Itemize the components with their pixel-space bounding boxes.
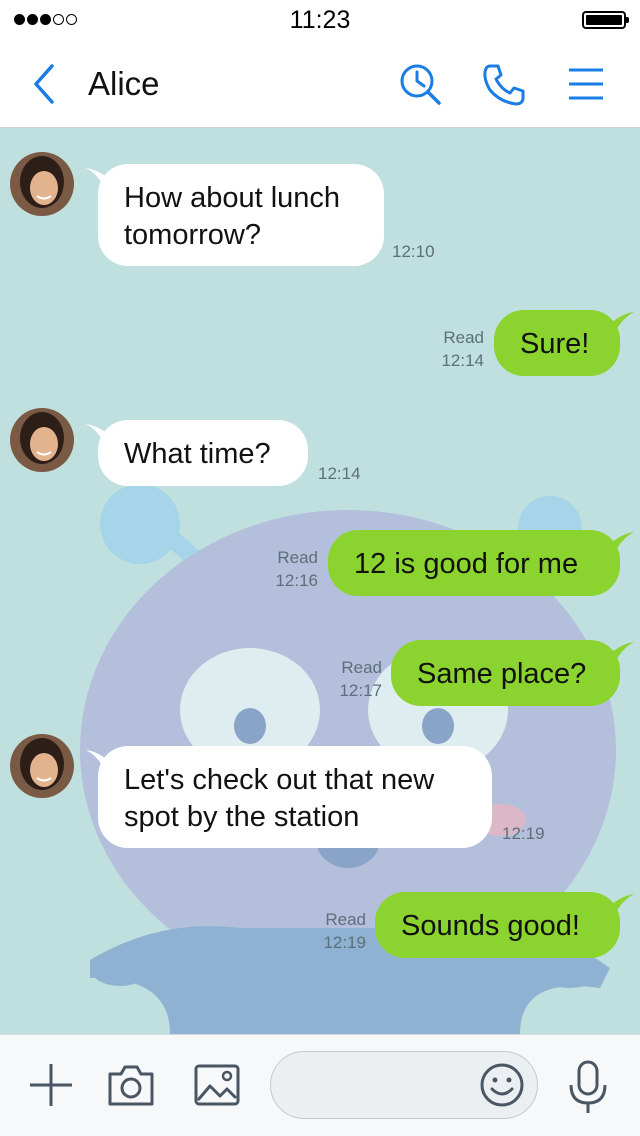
plus-icon[interactable] (26, 1060, 76, 1110)
image-icon[interactable] (192, 1060, 242, 1110)
camera-icon[interactable] (106, 1060, 156, 1110)
bubble-tail (608, 312, 634, 334)
message-time: 12:17 (339, 681, 382, 700)
contact-photo-icon (10, 734, 74, 798)
chat-header: Alice (0, 40, 640, 128)
message-time: 12:19 (323, 933, 366, 952)
avatar[interactable] (10, 734, 74, 798)
status-bar: 11:23 (0, 0, 640, 40)
menu-icon[interactable] (562, 60, 610, 108)
message-text-line: Let's check out that new (124, 764, 435, 796)
message-read-status: Read 12:16 (254, 546, 318, 592)
read-label: Read (341, 658, 382, 677)
avatar[interactable] (10, 152, 74, 216)
read-label: Read (325, 910, 366, 929)
message-input-bar (0, 1034, 640, 1136)
search-icon[interactable] (396, 60, 444, 108)
message-text-line: How about lunch (124, 182, 341, 214)
message-time: 12:19 (502, 824, 545, 843)
message-read-status: Read 12:19 (302, 908, 366, 954)
message-read-status: Read 12:17 (318, 656, 382, 702)
message-time: 12:16 (275, 571, 318, 590)
message-read-status: Read 12:14 (420, 326, 484, 372)
status-time: 11:23 (289, 6, 351, 34)
message-text-line: tomorrow? (124, 219, 261, 251)
bubble-tail (608, 894, 634, 916)
chat-title: Alice (88, 65, 160, 102)
message-bubble-outgoing[interactable]: 12 is good for me (328, 530, 620, 596)
contact-photo-icon (10, 152, 74, 216)
message-bubble-outgoing[interactable]: Sure! (494, 310, 620, 376)
microphone-icon[interactable] (566, 1059, 610, 1115)
message-bubble-outgoing[interactable]: Same place? (391, 640, 620, 706)
back-chevron-icon[interactable] (26, 60, 66, 108)
bubble-tail (608, 532, 634, 554)
battery-icon (582, 11, 629, 29)
chat-area[interactable]: How about lunch tomorrow? 12:10 Read 12:… (0, 128, 640, 1034)
message-time: 12:14 (441, 351, 484, 370)
bubble-tail (608, 642, 634, 664)
message-bubble-incoming[interactable]: Let's check out that new spot by the sta… (98, 746, 492, 848)
message-text-line: spot by the station (124, 801, 360, 833)
message-bubble-incoming[interactable]: How about lunch tomorrow? (98, 164, 384, 266)
emoji-icon[interactable] (478, 1061, 526, 1109)
message-bubble-incoming[interactable]: What time? (98, 420, 308, 486)
message-time: 12:10 (392, 242, 435, 261)
phone-icon[interactable] (480, 60, 528, 108)
read-label: Read (277, 548, 318, 567)
read-label: Read (443, 328, 484, 347)
message-time: 12:14 (318, 464, 361, 483)
contact-photo-icon (10, 408, 74, 472)
message-bubble-outgoing[interactable]: Sounds good! (375, 892, 620, 958)
avatar[interactable] (10, 408, 74, 472)
